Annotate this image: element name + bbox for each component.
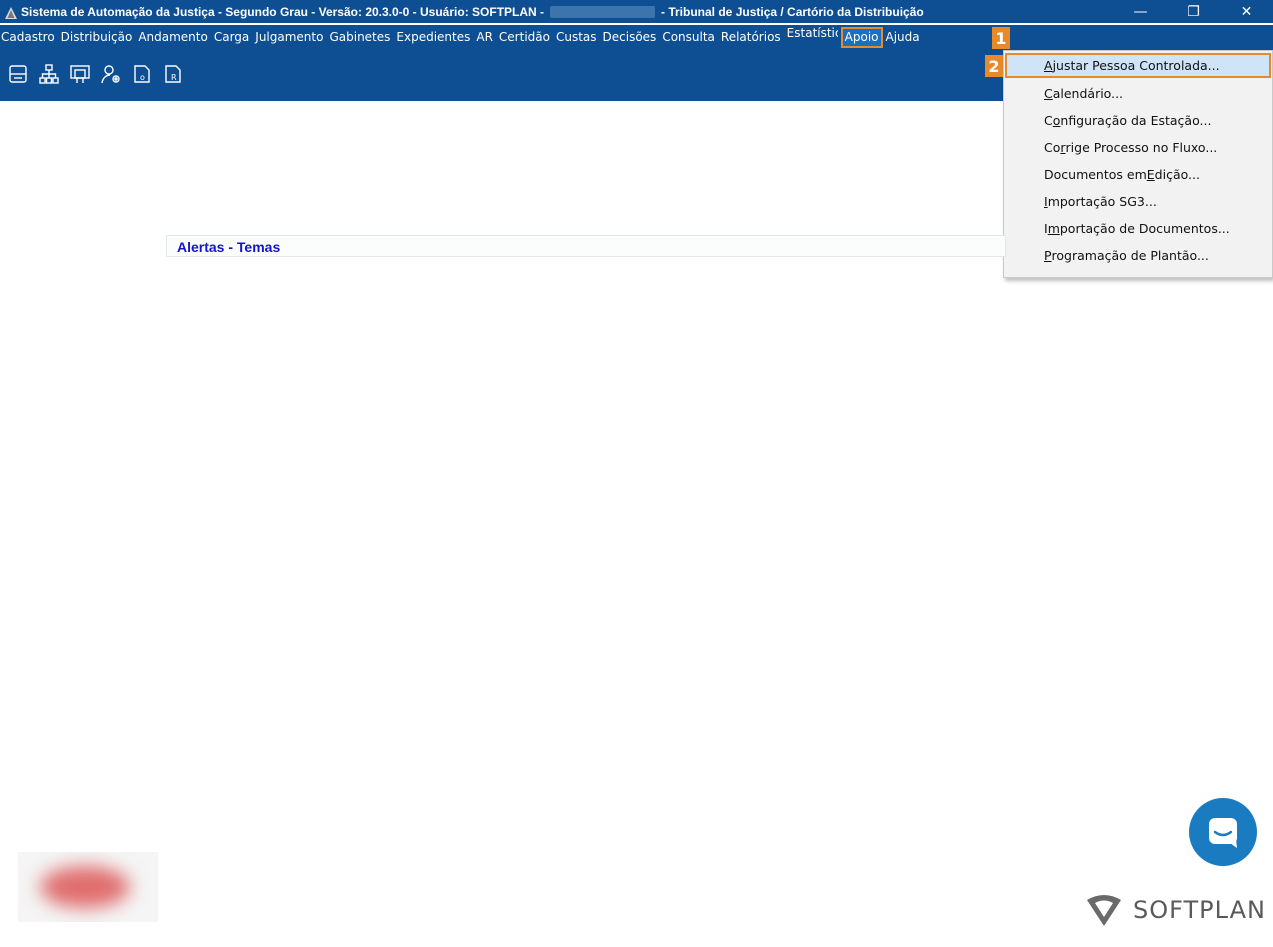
menu-item-label: portação de Documentos... xyxy=(1059,221,1230,236)
softplan-wordmark: SOFTPLAN xyxy=(1133,896,1266,924)
softplan-logo-icon xyxy=(1087,895,1121,926)
close-button[interactable]: ✕ xyxy=(1220,0,1273,23)
menu-item-mnemonic: P xyxy=(1044,248,1052,263)
menu-item-label: mportação SG3... xyxy=(1047,194,1157,209)
menu-item-label: dição... xyxy=(1154,167,1200,182)
org-chart-icon[interactable] xyxy=(37,62,61,86)
document-r-icon[interactable]: R xyxy=(161,62,185,86)
menu-item-label: Co xyxy=(1044,140,1061,155)
menu-ajuda[interactable]: Ajuda xyxy=(883,25,923,50)
menu-item-ajustar-pessoa-controlada[interactable]: Ajustar Pessoa Controlada... xyxy=(1005,53,1271,78)
menu-ar[interactable]: AR xyxy=(473,25,496,50)
menu-item-label: C xyxy=(1044,113,1053,128)
title-bar: Sistema de Automação da Justiça - Segund… xyxy=(0,0,1273,23)
menu-custas[interactable]: Custas xyxy=(553,25,600,50)
alerts-title[interactable]: Alertas - Temas xyxy=(177,239,280,255)
menu-andamento[interactable]: Andamento xyxy=(135,25,211,50)
chat-icon xyxy=(1209,818,1237,848)
menu-item-importacao-documentos[interactable]: Im portação de Documentos... xyxy=(1005,216,1271,241)
menu-item-label: nfiguração da Estação... xyxy=(1060,113,1212,128)
menu-expedientes[interactable]: Expedientes xyxy=(393,25,473,50)
softplan-brand: SOFTPLAN xyxy=(1083,890,1266,930)
menu-item-label: justar Pessoa Controlada... xyxy=(1052,58,1220,73)
menu-item-documentos-edicao[interactable]: Documentos em Edição... xyxy=(1005,162,1271,187)
window-title-prefix: Sistema de Automação da Justiça - Segund… xyxy=(21,4,545,19)
menu-item-mnemonic: o xyxy=(1052,113,1061,128)
menu-item-mnemonic: A xyxy=(1044,58,1053,73)
menu-item-label: Documentos em xyxy=(1044,167,1147,182)
menu-carga[interactable]: Carga xyxy=(211,25,252,50)
menu-estatistica-label: Estatística xyxy=(786,25,838,40)
menu-gabinetes[interactable]: Gabinetes xyxy=(326,25,393,50)
menu-item-configuracao-estacao[interactable]: Co nfiguração da Estação... xyxy=(1005,108,1271,133)
document-o-icon[interactable]: o xyxy=(130,62,154,86)
apoio-dropdown-menu: Ajustar Pessoa Controlada... Calendário.… xyxy=(1003,50,1273,278)
menu-apoio[interactable]: Apoio xyxy=(840,27,883,48)
restore-button[interactable]: ❐ xyxy=(1167,0,1220,23)
window-controls: — ❐ ✕ xyxy=(1114,0,1273,23)
menu-item-label: rige Processo no Fluxo... xyxy=(1065,140,1218,155)
menu-distribuicao[interactable]: Distribuição xyxy=(58,25,136,50)
app-logo-icon xyxy=(4,5,18,19)
redacted-user xyxy=(550,5,656,18)
step-badge-1: 1 xyxy=(992,27,1010,49)
menu-consulta[interactable]: Consulta xyxy=(659,25,718,50)
menu-certidao[interactable]: Certidão xyxy=(496,25,553,50)
presentation-icon[interactable] xyxy=(68,62,92,86)
svg-text:o: o xyxy=(140,73,145,82)
user-settings-icon[interactable] xyxy=(99,62,123,86)
menu-relatorios[interactable]: Relatórios xyxy=(718,25,784,50)
menu-estatistica[interactable]: Estatística xyxy=(784,25,841,50)
menu-item-label: alendário... xyxy=(1052,86,1124,101)
menu-item-calendario[interactable]: Calendário... xyxy=(1005,81,1271,106)
menu-item-programacao-plantao[interactable]: Programação de Plantão... xyxy=(1005,243,1271,268)
window-title-suffix: - Tribunal de Justiça / Cartório da Dist… xyxy=(661,4,924,19)
menu-bar: Cadastro Distribuição Andamento Carga Ju… xyxy=(0,25,1273,50)
alerts-panel: Alertas - Temas xyxy=(166,235,1006,257)
menu-item-corrige-processo[interactable]: Co r rige Processo no Fluxo... xyxy=(1005,135,1271,160)
menu-item-mnemonic: m xyxy=(1047,221,1060,236)
menu-cadastro[interactable]: Cadastro xyxy=(0,25,58,50)
chat-button[interactable] xyxy=(1189,798,1257,866)
printer-icon[interactable] xyxy=(6,62,30,86)
menu-item-mnemonic: E xyxy=(1146,167,1155,182)
svg-text:R: R xyxy=(171,73,177,82)
menu-decisoes[interactable]: Decisões xyxy=(600,25,660,50)
menu-item-importacao-sg3[interactable]: Importação SG3... xyxy=(1005,189,1271,214)
step-badge-2: 2 xyxy=(985,55,1003,77)
court-logo-blur xyxy=(40,866,130,908)
court-logo xyxy=(18,852,158,922)
menu-item-label: rogramação de Plantão... xyxy=(1051,248,1209,263)
menu-julgamento[interactable]: Julgamento xyxy=(252,25,326,50)
menu-item-mnemonic: C xyxy=(1044,86,1053,101)
window-title: Sistema de Automação da Justiça - Segund… xyxy=(21,5,924,19)
minimize-button[interactable]: — xyxy=(1114,0,1167,23)
